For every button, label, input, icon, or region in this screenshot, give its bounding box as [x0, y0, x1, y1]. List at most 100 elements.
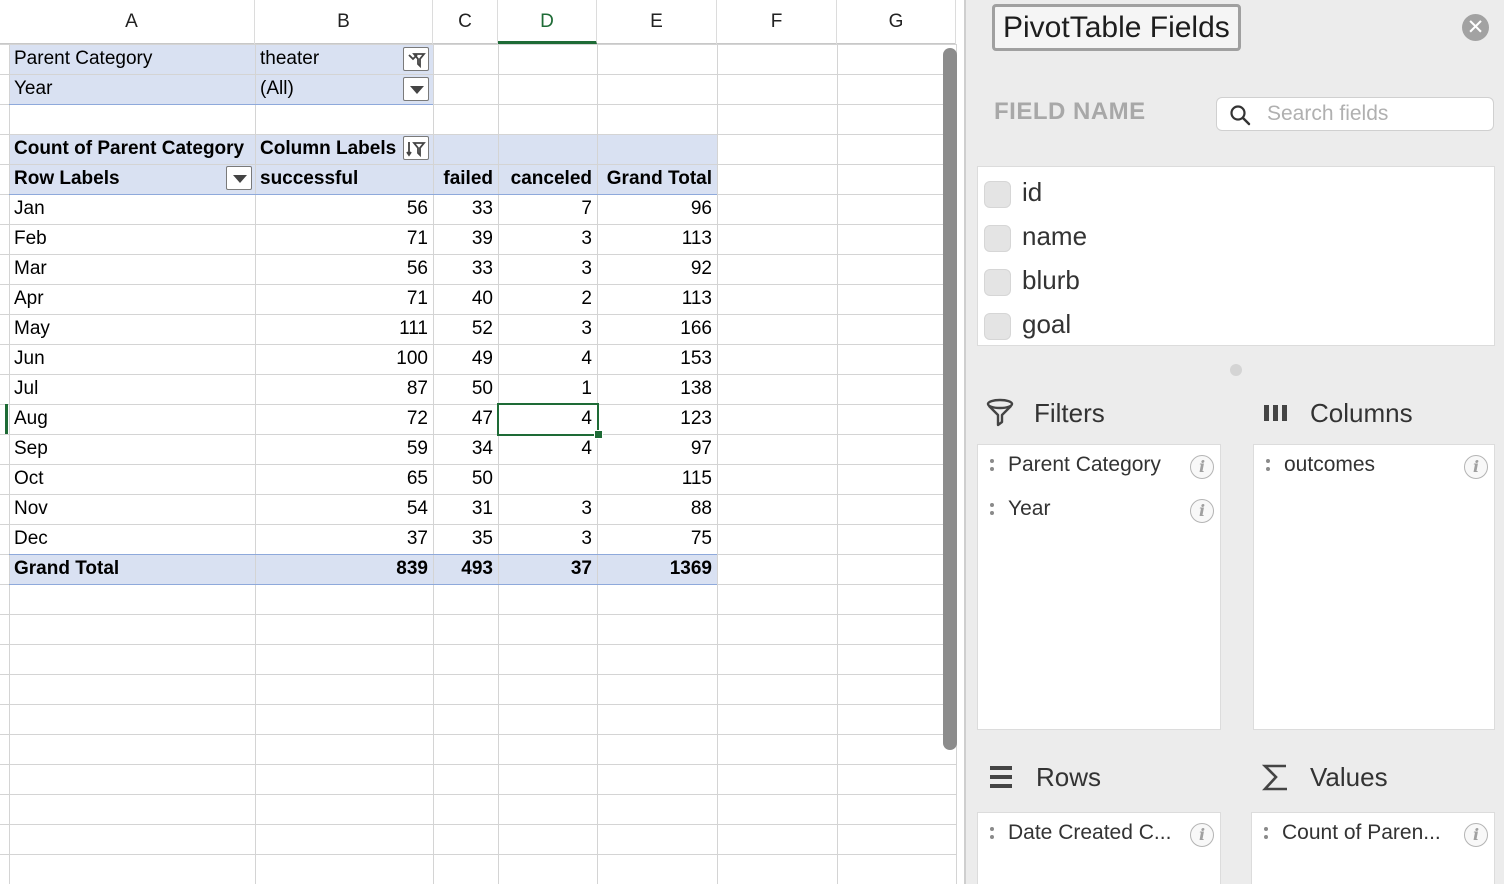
close-icon[interactable]: ✕ [1462, 14, 1489, 41]
row-label-cell[interactable]: Mar [9, 254, 255, 284]
value-cell[interactable]: 56 [255, 254, 433, 284]
value-cell[interactable]: 54 [255, 494, 433, 524]
pivot-col-header[interactable]: successful [255, 164, 433, 194]
pivot-col-header[interactable]: canceled [498, 164, 597, 194]
field-item-name[interactable]: name [978, 215, 1494, 259]
column-header-c[interactable]: C [433, 0, 498, 44]
field-checkbox[interactable] [984, 313, 1011, 340]
value-cell[interactable]: 113 [597, 284, 717, 314]
value-cell[interactable]: 96 [597, 194, 717, 224]
year-filter-dropdown[interactable] [403, 77, 429, 101]
info-icon[interactable]: i [1190, 499, 1214, 523]
row-labels-dropdown[interactable] [226, 166, 252, 190]
selected-cell[interactable] [497, 403, 599, 436]
field-checkbox[interactable] [984, 181, 1011, 208]
filters-chip[interactable]: Parent Category i [978, 447, 1220, 487]
value-cell[interactable]: 50 [433, 464, 498, 494]
filter-label-cell[interactable]: Parent Category [9, 44, 255, 74]
field-item-goal[interactable]: goal [978, 303, 1494, 347]
parent-category-filter-dropdown[interactable] [403, 47, 429, 71]
field-item-id[interactable]: id [978, 171, 1494, 215]
value-cell[interactable]: 56 [255, 194, 433, 224]
value-cell[interactable]: 100 [255, 344, 433, 374]
filters-chip[interactable]: Year i [978, 491, 1220, 531]
value-cell[interactable]: 166 [597, 314, 717, 344]
value-cell[interactable]: 115 [597, 464, 717, 494]
drag-handle-icon[interactable] [990, 459, 994, 475]
value-cell[interactable]: 47 [433, 404, 498, 434]
value-cell[interactable]: 1 [498, 374, 597, 404]
value-cell[interactable]: 33 [433, 194, 498, 224]
value-cell[interactable]: 40 [433, 284, 498, 314]
value-cell[interactable]: 3 [498, 314, 597, 344]
value-cell[interactable]: 65 [255, 464, 433, 494]
value-cell[interactable]: 4 [498, 344, 597, 374]
value-cell[interactable]: 92 [597, 254, 717, 284]
row-labels-header[interactable]: Row Labels [9, 164, 255, 194]
grand-total-cell[interactable]: 37 [498, 554, 597, 584]
grand-total-label[interactable]: Grand Total [9, 554, 255, 584]
value-cell[interactable]: 3 [498, 494, 597, 524]
row-label-cell[interactable]: Dec [9, 524, 255, 554]
value-cell[interactable]: 71 [255, 224, 433, 254]
value-cell[interactable]: 31 [433, 494, 498, 524]
filter-label-cell[interactable]: Year [9, 74, 255, 104]
value-cell[interactable]: 87 [255, 374, 433, 404]
value-cell[interactable]: 153 [597, 344, 717, 374]
value-cell[interactable]: 59 [255, 434, 433, 464]
drag-handle-icon[interactable] [1266, 459, 1270, 475]
value-cell[interactable]: 37 [255, 524, 433, 554]
value-cell[interactable]: 113 [597, 224, 717, 254]
value-cell[interactable]: 88 [597, 494, 717, 524]
value-cell[interactable]: 97 [597, 434, 717, 464]
row-label-cell[interactable]: Nov [9, 494, 255, 524]
value-cell[interactable]: 71 [255, 284, 433, 314]
value-cell[interactable]: 52 [433, 314, 498, 344]
column-header-e[interactable]: E [597, 0, 717, 44]
info-icon[interactable]: i [1190, 455, 1214, 479]
selection-fill-handle[interactable] [594, 430, 603, 439]
values-chip[interactable]: Count of Paren... i [1252, 815, 1494, 855]
column-header-b[interactable]: B [255, 0, 433, 44]
value-field-header[interactable]: Count of Parent Category [9, 134, 255, 164]
row-label-cell[interactable]: Feb [9, 224, 255, 254]
pivot-col-header[interactable]: Grand Total [597, 164, 717, 194]
field-item-blurb[interactable]: blurb [978, 259, 1494, 303]
row-label-cell[interactable]: Jan [9, 194, 255, 224]
rows-drop-area[interactable]: Date Created C... i [977, 812, 1221, 884]
value-cell[interactable]: 33 [433, 254, 498, 284]
value-cell[interactable]: 7 [498, 194, 597, 224]
value-cell[interactable]: 39 [433, 224, 498, 254]
rows-chip[interactable]: Date Created C... i [978, 815, 1220, 855]
splitter-handle[interactable] [1230, 364, 1242, 376]
row-label-cell[interactable]: Apr [9, 284, 255, 314]
columns-drop-area[interactable]: outcomes i [1253, 444, 1495, 730]
drag-handle-icon[interactable] [990, 503, 994, 519]
value-cell[interactable]: 138 [597, 374, 717, 404]
row-label-cell[interactable]: Oct [9, 464, 255, 494]
field-checkbox[interactable] [984, 225, 1011, 252]
value-cell[interactable]: 3 [498, 254, 597, 284]
value-cell[interactable]: 123 [597, 404, 717, 434]
values-drop-area[interactable]: Count of Paren... i [1251, 812, 1495, 884]
columns-chip[interactable]: outcomes i [1254, 447, 1494, 487]
grand-total-cell[interactable]: 493 [433, 554, 498, 584]
value-cell[interactable]: 35 [433, 524, 498, 554]
column-labels-dropdown[interactable] [403, 136, 429, 160]
field-checkbox[interactable] [984, 269, 1011, 296]
column-header-a[interactable]: A [9, 0, 255, 44]
value-cell[interactable]: 50 [433, 374, 498, 404]
value-cell[interactable]: 75 [597, 524, 717, 554]
cell-grid[interactable]: Parent Category theater Year (All) Count of … [0, 44, 957, 884]
filters-drop-area[interactable]: Parent Category i Year i [977, 444, 1221, 730]
value-cell[interactable]: 34 [433, 434, 498, 464]
info-icon[interactable]: i [1190, 823, 1214, 847]
search-box[interactable] [1216, 97, 1494, 131]
spreadsheet[interactable]: ABCDEFG Parent Category theater Year (All) C… [0, 0, 964, 884]
value-cell[interactable]: 72 [255, 404, 433, 434]
vertical-scrollbar[interactable] [943, 48, 957, 750]
column-header-f[interactable]: F [717, 0, 837, 44]
drag-handle-icon[interactable] [1264, 827, 1268, 843]
info-icon[interactable]: i [1464, 823, 1488, 847]
value-cell[interactable]: 2 [498, 284, 597, 314]
